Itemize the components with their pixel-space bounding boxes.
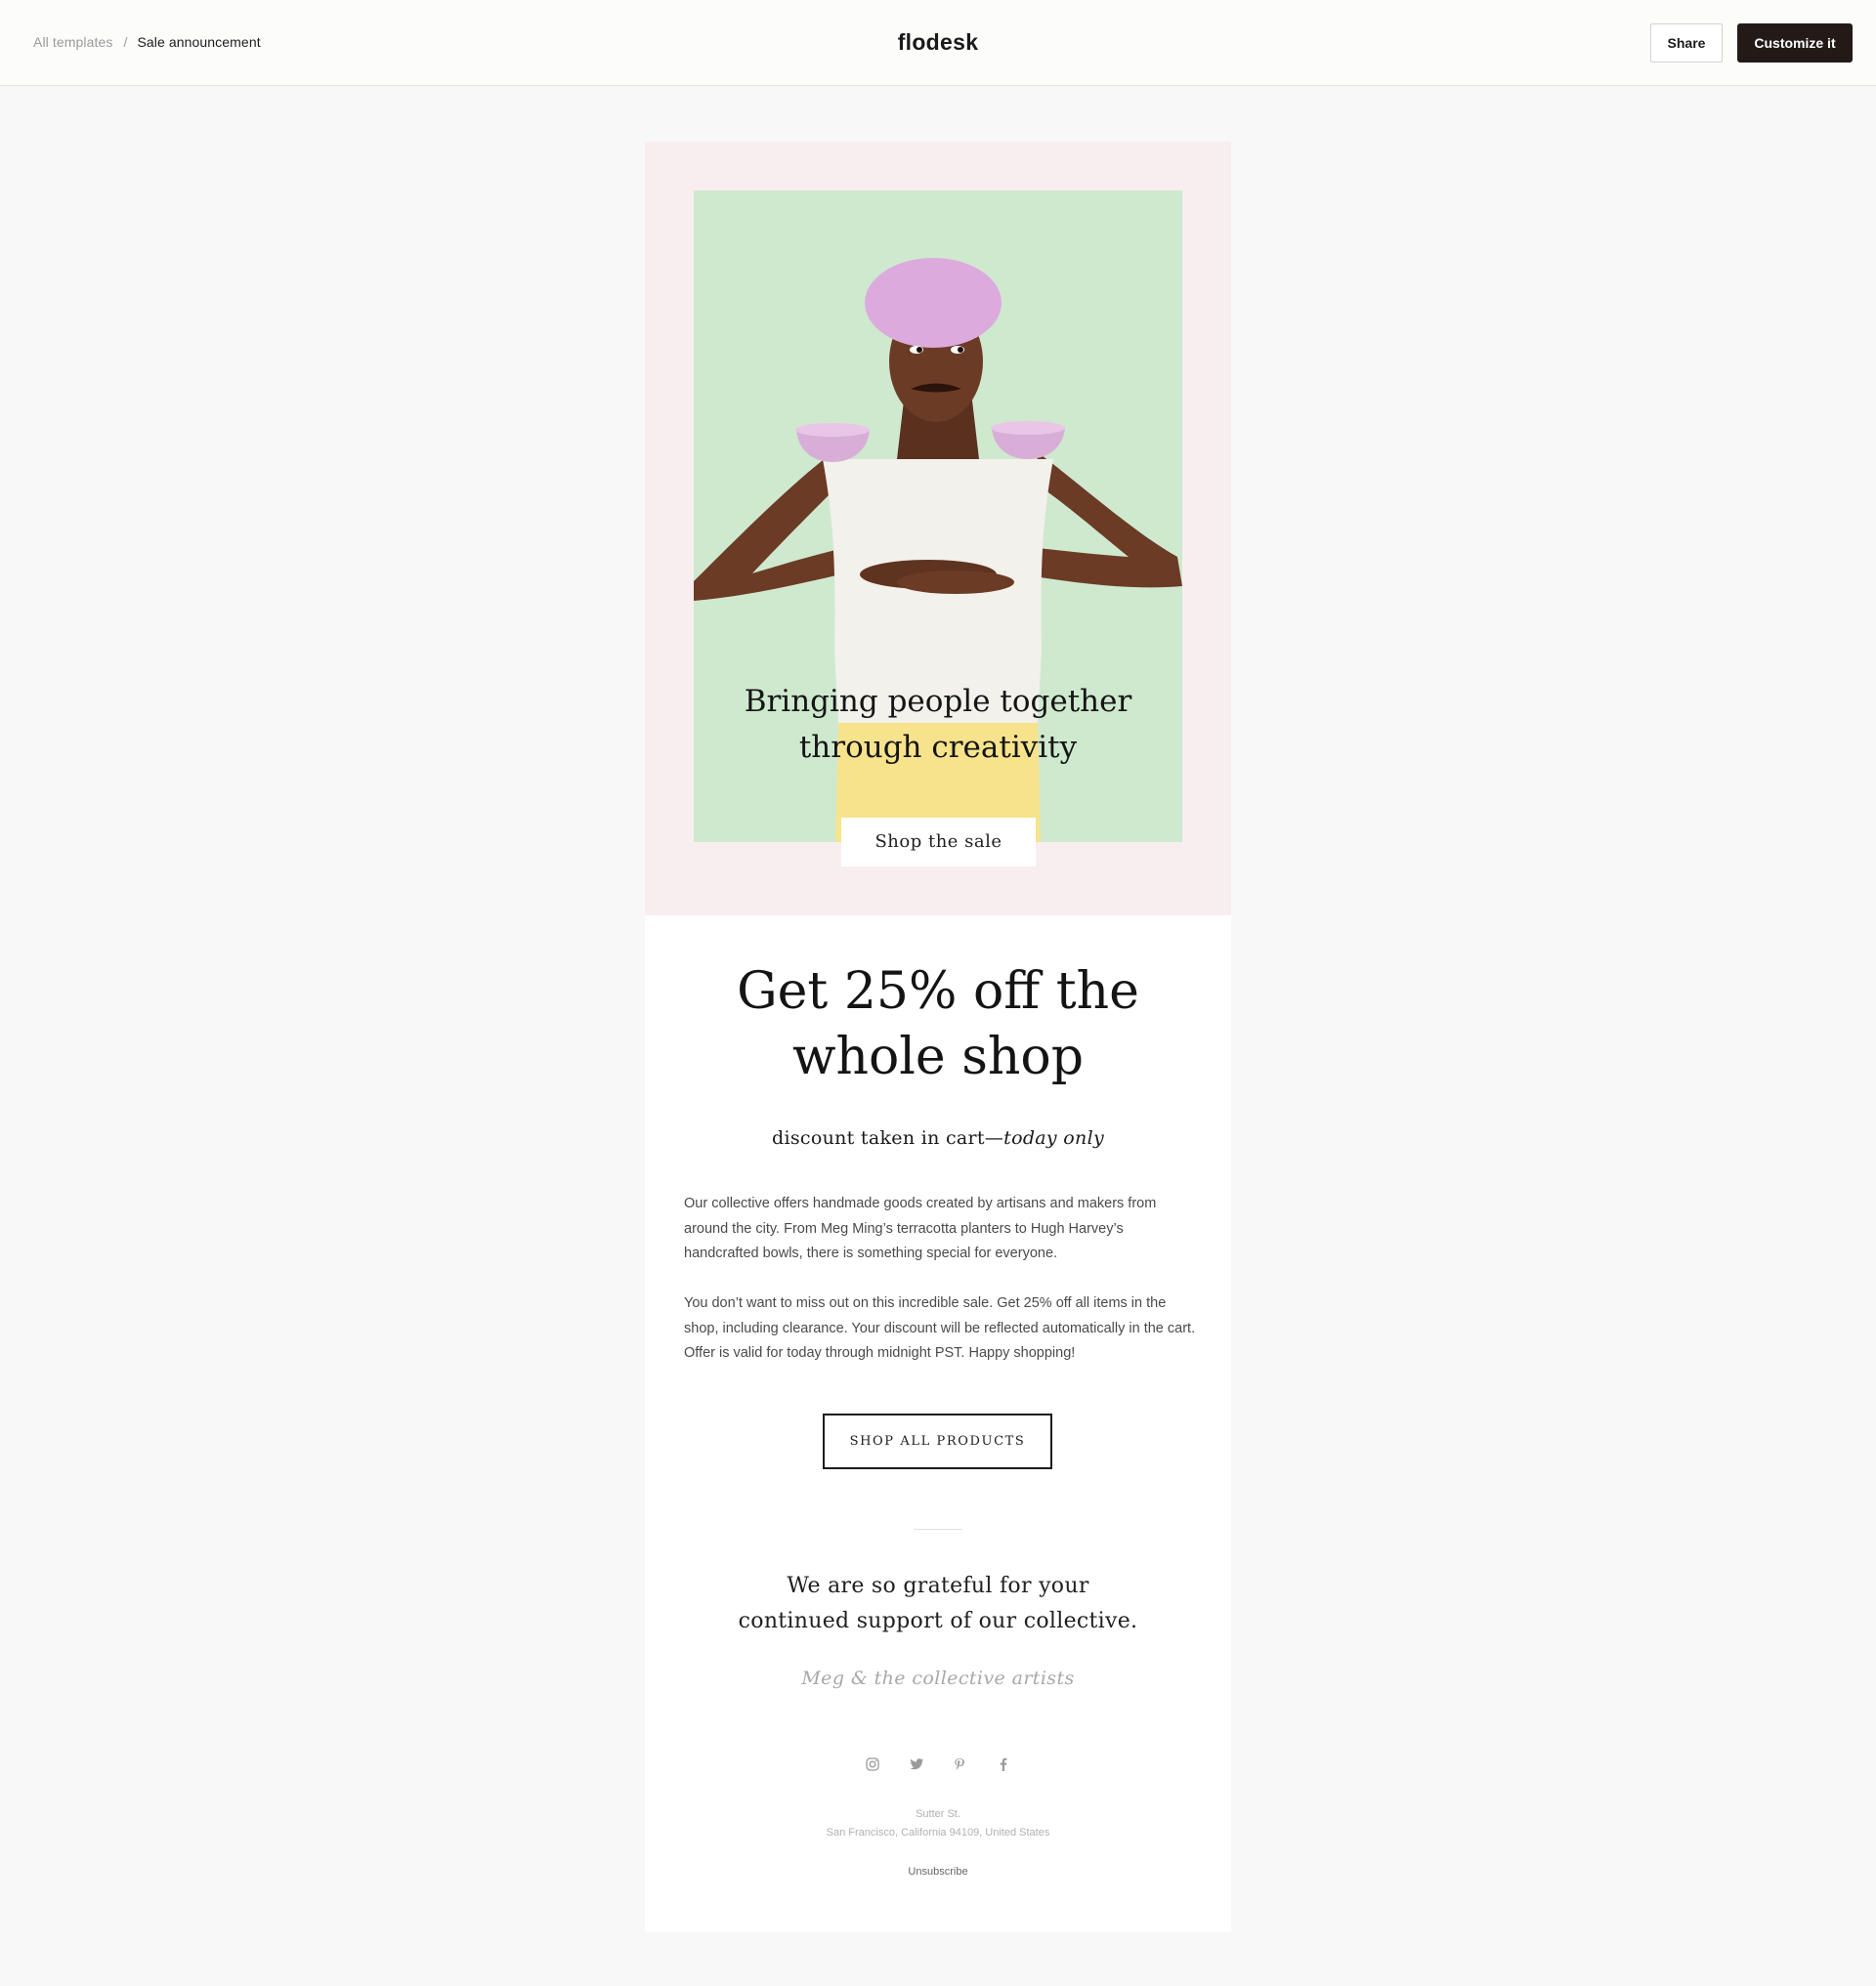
divider [914,1529,962,1530]
offer-subheading: discount taken in cart—today only [645,1127,1231,1149]
subheading-plain: discount taken in cart— [772,1127,1004,1149]
hero-title-line1: Bringing people together [744,684,1132,719]
headline-line2: whole shop [791,1028,1084,1086]
customize-button[interactable]: Customize it [1737,23,1853,63]
social-links [645,1755,1231,1773]
body-paragraph-1: Our collective offers handmade goods cre… [684,1196,1157,1261]
subheading-italic: today only [1003,1127,1104,1149]
thanks-line1: We are so grateful for your [787,1574,1089,1598]
offer-headline: Get 25% off the whole shop [645,959,1231,1090]
instagram-icon[interactable] [865,1756,880,1772]
share-button[interactable]: Share [1650,23,1723,63]
footer-address: Sutter St. San Francisco, California 941… [645,1805,1231,1842]
brand-logo[interactable]: flodesk [0,29,1876,56]
twitter-icon[interactable] [909,1756,924,1772]
unsubscribe-link[interactable]: Unsubscribe [645,1866,1231,1878]
headline-line1: Get 25% off the [737,962,1139,1021]
body-paragraph-2: You don’t want to miss out on this incre… [684,1295,1196,1361]
address-line1: Sutter St. [916,1808,960,1820]
pinterest-icon[interactable] [952,1756,967,1772]
hero-image: Bringing people together through creativ… [694,190,1182,842]
shop-all-products-button[interactable]: SHOP ALL PRODUCTS [823,1414,1052,1469]
facebook-icon[interactable] [996,1756,1011,1772]
top-bar: All templates / Sale announcement flodesk … [0,0,1876,86]
thank-you-message: We are so grateful for your continued su… [645,1569,1231,1639]
hero-title: Bringing people together through creativ… [694,679,1182,771]
email-preview: Bringing people together through creativ… [645,142,1231,1932]
shop-the-sale-button[interactable]: Shop the sale [841,818,1036,866]
signoff: Meg & the collective artists [801,1668,1075,1689]
thanks-line2: continued support of our collective. [738,1609,1138,1633]
hero-title-line2: through creativity [798,730,1078,765]
address-line2: San Francisco, California 94109, United … [826,1827,1050,1838]
